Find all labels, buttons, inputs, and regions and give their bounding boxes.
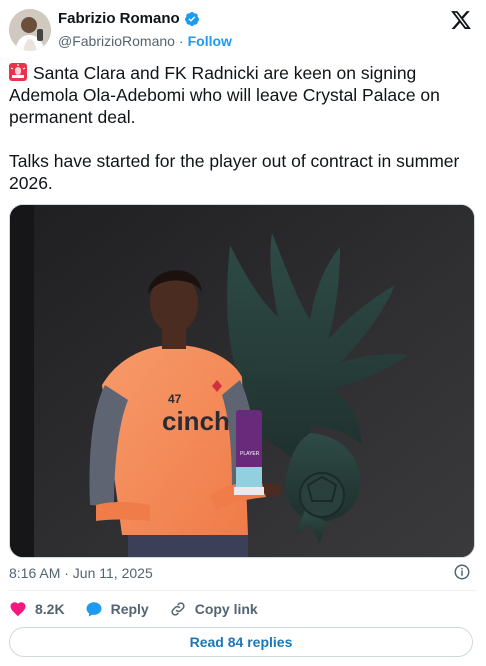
copy-link-button[interactable]: Copy link [169,600,258,618]
author-name-row[interactable]: Fabrizio Romano [58,10,200,27]
tweet-media-image[interactable]: 47 cinch PLAYER [9,204,475,558]
read-replies-button[interactable]: Read 84 replies [9,627,473,657]
heart-icon [10,602,26,617]
tweet-paragraph-1: Santa Clara and FK Radnicki are keen on … [9,62,477,128]
copy-link-label: Copy link [194,601,258,617]
shirt-sponsor: cinch [162,406,230,436]
reply-button[interactable]: Reply [85,600,149,618]
avatar[interactable] [9,9,51,51]
award-trophy-icon: PLAYER [234,410,264,495]
verified-badge-icon [184,11,199,26]
handle-separator: · [178,33,184,49]
police-siren-emoji-icon [9,63,27,81]
x-logo-icon[interactable] [450,9,472,31]
tweet-paragraph-1-text: Santa Clara and FK Radnicki are keen on … [9,63,440,127]
display-name[interactable]: Fabrizio Romano [58,10,180,27]
shirt-number: 47 [168,392,182,406]
author-handle[interactable]: @FabrizioRomano [58,33,175,49]
divider [9,590,477,591]
trophy-label: PLAYER [240,451,260,457]
like-count: 8.2K [35,601,65,617]
like-button[interactable]: 8.2K [9,600,65,618]
tweet-paragraph-2: Talks have started for the player out of… [9,151,460,193]
player-photo: 47 cinch PLAYER [10,205,474,557]
link-icon [171,602,185,616]
tweet-card: Fabrizio Romano @FabrizioRomano · Follow… [0,0,486,666]
info-icon[interactable] [453,563,471,581]
handle-row: @FabrizioRomano · Follow [58,33,232,49]
speech-bubble-icon [86,602,102,617]
reply-label: Reply [110,601,149,617]
tweet-timestamp[interactable]: 8:16 AM · Jun 11, 2025 [9,565,153,581]
avatar-image [9,9,51,51]
follow-button[interactable]: Follow [188,33,232,49]
action-bar: 8.2K Reply Copy link [9,600,278,618]
tweet-text: Santa Clara and FK Radnicki are keen on … [9,62,477,194]
